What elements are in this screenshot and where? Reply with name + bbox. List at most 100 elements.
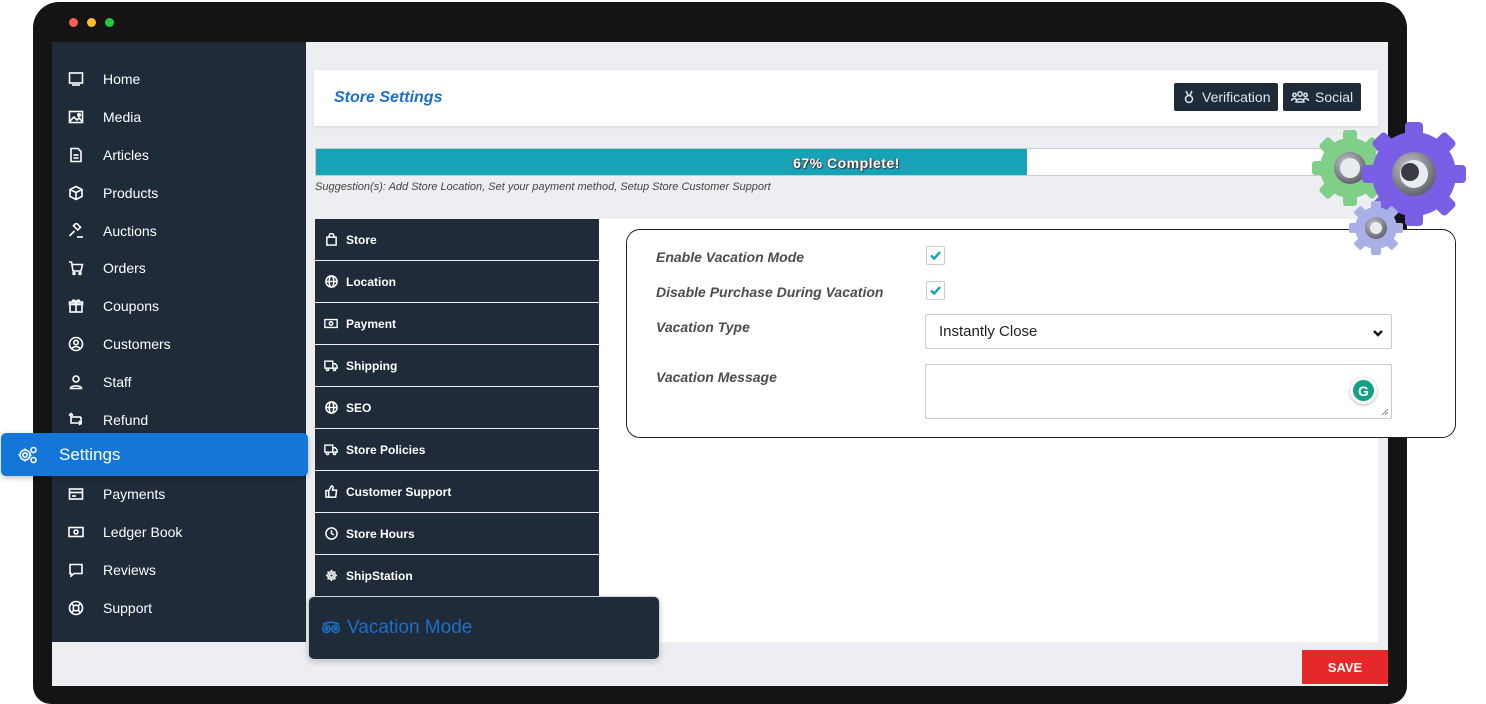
tab-payment[interactable]: Payment (315, 303, 599, 345)
sidebar-item-settings[interactable]: Settings (1, 433, 308, 476)
money-icon (67, 523, 85, 541)
sidebar-item-products[interactable]: Products (52, 178, 306, 208)
user-icon (67, 373, 85, 391)
money-icon (324, 317, 338, 331)
sidebar-item-reviews[interactable]: Reviews (52, 555, 306, 585)
sidebar-item-label: Home (103, 71, 141, 87)
vacation-type-select[interactable]: Instantly Close (925, 314, 1392, 349)
tripadvisor-icon (321, 620, 341, 636)
vacation-type-value: Instantly Close (939, 323, 1038, 340)
page-header: Store Settings Verification Social (314, 70, 1378, 126)
refund-icon (67, 411, 85, 429)
sidebar-item-ledger-book[interactable]: Ledger Book (52, 517, 306, 547)
tab-label: Payment (346, 316, 397, 331)
profile-progress-bar: 67% Complete! (315, 148, 1378, 176)
window-controls (69, 18, 114, 27)
credit-card-icon (67, 485, 85, 503)
monitor-icon (67, 70, 85, 88)
bag-icon (324, 233, 338, 247)
sidebar-item-articles[interactable]: Articles (52, 140, 306, 170)
tab-store-hours[interactable]: Store Hours (315, 513, 599, 555)
users-icon (1291, 91, 1309, 103)
cube-icon (67, 184, 85, 202)
tab-seo[interactable]: SEO (315, 387, 599, 429)
sidebar-item-label: Staff (103, 374, 132, 390)
sidebar-item-coupons[interactable]: Coupons (52, 291, 306, 321)
tab-label: SEO (346, 400, 372, 415)
verification-button[interactable]: Verification (1174, 83, 1279, 111)
resize-handle-icon[interactable] (1381, 408, 1389, 416)
tab-location[interactable]: Location (315, 261, 599, 303)
globe-icon (324, 275, 338, 289)
settings-tabs: Store Location Payment Shipping SEO Stor… (315, 219, 599, 597)
gavel-icon (67, 222, 85, 240)
sidebar-item-label: Support (103, 600, 153, 616)
tab-label: Location (346, 274, 396, 289)
sidebar-item-label: Settings (59, 444, 121, 464)
sidebar-item-refund[interactable]: Refund (52, 405, 306, 435)
sidebar-item-staff[interactable]: Staff (52, 367, 306, 397)
save-button[interactable]: SAVE (1302, 650, 1388, 684)
sidebar-item-label: Orders (103, 260, 146, 276)
grammarly-icon[interactable]: G (1350, 377, 1377, 404)
tab-customer-support[interactable]: Customer Support (315, 471, 599, 513)
vacation-type-label: Vacation Type (656, 319, 750, 335)
sidebar-item-home[interactable]: Home (52, 64, 306, 94)
sidebar-item-label: Auctions (103, 223, 157, 239)
sidebar-item-label: Payments (103, 486, 166, 502)
grammarly-letter: G (1353, 380, 1374, 401)
gear-icon (324, 569, 338, 583)
thumbs-up-icon (324, 485, 338, 499)
gift-icon (67, 297, 85, 315)
tab-label: ShipStation (346, 568, 413, 583)
tab-label: Vacation Mode (347, 617, 473, 638)
truck-icon (324, 359, 338, 373)
clock-icon (324, 527, 338, 541)
minimize-dot[interactable] (87, 18, 96, 27)
tab-label: Shipping (346, 358, 398, 373)
sidebar: Home Media Articles Products Auctions Or… (52, 42, 306, 642)
medal-icon (1184, 90, 1194, 104)
globe-icon (324, 401, 338, 415)
close-dot[interactable] (69, 18, 78, 27)
sidebar-item-orders[interactable]: Orders (52, 253, 306, 283)
social-button[interactable]: Social (1283, 83, 1362, 111)
cart-icon (67, 259, 85, 277)
truck-icon (324, 443, 338, 457)
sidebar-item-customers[interactable]: Customers (52, 329, 306, 359)
sidebar-item-label: Refund (103, 412, 149, 428)
sidebar-item-support[interactable]: Support (52, 593, 306, 623)
sidebar-item-label: Ledger Book (103, 524, 183, 540)
chevron-down-icon (1372, 326, 1384, 338)
tab-label: Store Policies (346, 442, 426, 457)
checkmark-icon (930, 286, 941, 296)
vacation-message-textarea[interactable]: G (925, 364, 1392, 419)
sidebar-item-payments[interactable]: Payments (52, 479, 306, 509)
sidebar-item-label: Coupons (103, 298, 160, 314)
progress-label: 67% Complete! (793, 155, 900, 171)
disable-purchase-checkbox[interactable] (926, 281, 945, 300)
tab-label: Store (346, 232, 377, 247)
image-icon (67, 108, 85, 126)
maximize-dot[interactable] (105, 18, 114, 27)
tab-store[interactable]: Store (315, 219, 599, 261)
tab-label: Store Hours (346, 526, 415, 541)
social-label: Social (1315, 89, 1354, 105)
sidebar-item-label: Articles (103, 147, 149, 163)
enable-vacation-checkbox[interactable] (926, 246, 945, 265)
sidebar-item-media[interactable]: Media (52, 102, 306, 132)
sidebar-item-label: Reviews (103, 562, 156, 578)
tab-shipstation[interactable]: ShipStation (315, 555, 599, 597)
tab-shipping[interactable]: Shipping (315, 345, 599, 387)
gears-icon (17, 444, 39, 466)
tab-vacation-mode[interactable]: Vacation Mode (308, 596, 660, 660)
vacation-message-label: Vacation Message (656, 369, 777, 385)
tab-label: Customer Support (346, 484, 452, 499)
sidebar-item-label: Media (103, 109, 142, 125)
sidebar-item-label: Customers (103, 336, 171, 352)
enable-vacation-label: Enable Vacation Mode (656, 249, 805, 265)
tab-store-policies[interactable]: Store Policies (315, 429, 599, 471)
sidebar-item-auctions[interactable]: Auctions (52, 216, 306, 246)
checkmark-icon (930, 251, 941, 261)
disable-purchase-label: Disable Purchase During Vacation (656, 284, 884, 300)
